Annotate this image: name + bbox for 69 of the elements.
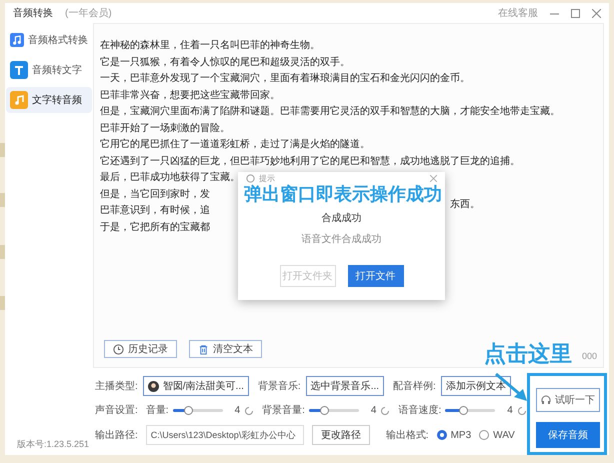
setting-label: 主播类型: <box>95 380 138 394</box>
dialog-title: 提示 <box>259 174 275 182</box>
slider-value: 4 <box>370 404 376 418</box>
anchor-select[interactable]: 智囡/南法甜美可... <box>142 376 249 396</box>
sidebar-item[interactable]: 文字转音频 <box>6 87 92 113</box>
text-line: 它用它的尾巴抓住了一道道彩虹桥，走过了满是火焰的隧道。 <box>100 139 370 150</box>
callout-text: 点击这里 <box>484 340 572 368</box>
slider-thumb[interactable] <box>320 406 329 415</box>
text-line: 巴菲开始了一场刺激的冒险。 <box>100 122 230 134</box>
text-line: 于是，它把所有的宝藏都 <box>100 222 210 232</box>
slider-value: 4 <box>507 404 513 418</box>
text-line: 巴菲意识到，有时候，追 <box>100 205 210 216</box>
callout-text: 弹出窗口即表示操作成功 <box>244 183 442 206</box>
window-title: 音频转换 <box>13 6 53 20</box>
close-icon[interactable] <box>430 175 437 182</box>
dialog-heading: 合成成功 <box>322 212 362 226</box>
text-line: 东西。 <box>450 198 480 212</box>
text-line: 巴菲非常兴奋，想要把这些宝藏带回家。 <box>100 90 280 100</box>
character-counter: 000 <box>582 350 597 362</box>
setting-label: 背景音乐: <box>258 380 301 394</box>
slider-label: 语音速度: <box>398 404 442 418</box>
sidebar-item[interactable]: 音频格式转换 <box>6 27 92 53</box>
music-file-icon <box>10 91 28 109</box>
letter-t-icon <box>10 61 28 79</box>
slider-value: 4 <box>234 404 240 418</box>
version-label: 版本号:1.23.5.251 <box>17 438 90 450</box>
text-line: 它是一只狐猴，有着令人惊叹的尾巴和超级灵活的双手。 <box>100 56 350 68</box>
reset-icon[interactable] <box>516 406 527 416</box>
editor-button[interactable]: 历史记录 <box>104 340 177 358</box>
save-audio-button[interactable]: 保存音频 <box>536 422 600 448</box>
reset-icon[interactable] <box>244 406 254 416</box>
setting-label: 配音样例: <box>393 380 436 394</box>
output-path-field[interactable]: C:\Users\123\Desktop\彩虹办公中心 <box>146 425 304 445</box>
reset-icon[interactable] <box>380 406 390 416</box>
text-line: 但是，当它回到家时，发 <box>100 188 210 200</box>
setting-label: 输出路径: <box>95 428 138 442</box>
slider-label: 音量: <box>146 404 169 418</box>
editor-button[interactable]: 清空文本 <box>189 340 262 358</box>
slider-track[interactable] <box>445 409 496 412</box>
format-radio[interactable]: WAV <box>479 428 515 442</box>
dialog-message: 语音文件合成成功 <box>302 232 382 247</box>
music-note-icon <box>10 31 24 49</box>
headphones-icon <box>541 395 551 405</box>
text-line: 在神秘的森林里，住着一只名叫巴菲的神奇生物。 <box>100 40 320 51</box>
maximize-icon[interactable] <box>571 8 580 18</box>
close-icon[interactable] <box>592 8 601 18</box>
slider-thumb[interactable] <box>184 406 193 415</box>
preview-button[interactable]: 试听一下 <box>536 388 600 412</box>
format-radio[interactable]: MP3 <box>436 428 472 442</box>
slider-thumb[interactable] <box>458 406 468 415</box>
slider-track[interactable] <box>308 409 359 412</box>
setting-label: 声音设置: <box>95 404 138 418</box>
membership-label: (一年会员) <box>65 6 112 20</box>
clock-icon <box>113 344 124 354</box>
slider-label: 背景音量: <box>262 404 305 418</box>
text-line: 但是，宝藏洞穴里面布满了陷阱和谜题。巴菲需要用它灵活的双手和智慧的大脑，才能安全地带走宝藏。 <box>100 106 560 117</box>
change-path-button[interactable]: 更改路径 <box>312 425 370 445</box>
text-line: 一天，巴菲意外发现了一个宝藏洞穴，里面有着琳琅满目的宝石和金光闪闪的金币。 <box>100 73 470 84</box>
info-icon <box>246 174 255 183</box>
trash-icon <box>198 344 209 354</box>
text-line: 最后，巴菲成功地获得了宝藏。 <box>100 172 240 183</box>
text-line: 它还遇到了一只凶猛的巨龙，但巴菲巧妙地利用了它的尾巴和智慧，成功地逃脱了巨龙的追捕。 <box>100 156 520 166</box>
slider-track[interactable] <box>172 409 223 412</box>
dialog-button[interactable]: 打开文件 <box>348 265 404 287</box>
music-select[interactable]: 选中背景音乐... <box>306 376 384 396</box>
sidebar-item[interactable]: 音频转文字 <box>6 57 92 83</box>
setting-label: 输出格式: <box>386 428 429 442</box>
avatar-icon <box>148 380 159 392</box>
add-sample-button[interactable]: 添加示例文本 <box>440 376 511 396</box>
